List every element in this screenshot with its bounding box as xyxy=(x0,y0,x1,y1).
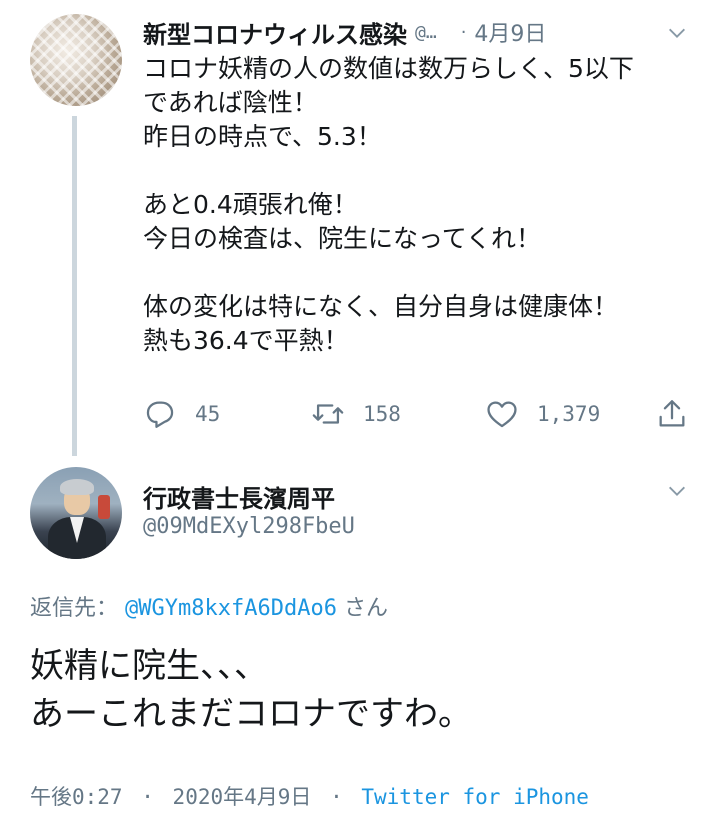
retweet-icon xyxy=(312,404,344,424)
user-handle[interactable]: @… xyxy=(415,22,437,43)
tweet-time[interactable]: 午後0:27 xyxy=(30,785,123,809)
mention-link[interactable]: @WGYm8kxfA6DdAo6 xyxy=(125,596,337,621)
separator-dot: · xyxy=(460,21,467,43)
avatar[interactable] xyxy=(30,467,122,559)
tweet-date[interactable]: 4月9日 xyxy=(474,16,546,48)
share-button[interactable] xyxy=(655,396,689,432)
tweet-metadata: 午後0:27 · 2020年4月9日 · Twitter for iPhone xyxy=(30,781,589,811)
tweet-source-link[interactable]: Twitter for iPhone xyxy=(361,785,589,809)
tweet-text-line: コロナ妖精の人の数値は数万らしく、5以下 xyxy=(143,54,634,83)
replying-to: 返信先： @WGYm8kxfA6DdAo6 さん xyxy=(30,590,388,622)
tweet-text-line: 体の変化は特になく、自分自身は健康体！ xyxy=(143,292,619,321)
separator-dot: · xyxy=(330,785,343,809)
share-icon xyxy=(659,400,685,427)
action-bar: 45 158 1,379 xyxy=(143,396,703,432)
like-count: 1,379 xyxy=(537,402,601,426)
tweet-text: コロナ妖精の人の数値は数万らしく、5以下 であれば陰性！ 昨日の時点で、5.3！… xyxy=(143,52,693,358)
tweet-text-line: であれば陰性！ xyxy=(143,88,318,117)
chevron-down-icon[interactable] xyxy=(666,480,688,502)
chevron-down-icon[interactable] xyxy=(666,22,688,44)
avatar-bg-figure xyxy=(98,495,110,519)
tweet-header: 新型コロナウィルス感染 @… · 4月9日 xyxy=(143,12,703,52)
separator-dot: · xyxy=(141,785,154,809)
thread-line xyxy=(72,116,77,456)
heart-icon xyxy=(487,401,517,428)
tweet-text-line: あーこれまだコロナですわ。 xyxy=(30,694,472,734)
tweet-text: 妖精に院生、、、 あーこれまだコロナですわ。 xyxy=(30,642,700,738)
avatar[interactable] xyxy=(30,14,122,106)
reply-count: 45 xyxy=(195,402,221,426)
reply-button[interactable]: 45 xyxy=(143,396,220,432)
display-name[interactable]: 行政書士長濱周平 xyxy=(143,479,335,514)
avatar-image xyxy=(30,14,122,106)
tweet-text-line: 昨日の時点で、5.3！ xyxy=(143,122,382,151)
tweet-text-line: あと0.4頑張れ俺！ xyxy=(143,190,358,219)
display-name[interactable]: 新型コロナウィルス感染 xyxy=(143,15,407,50)
retweet-count: 158 xyxy=(363,402,401,426)
tweet-text-line: 熱も36.4で平熱！ xyxy=(143,326,349,355)
user-handle[interactable]: @09MdEXyl298FbeU xyxy=(143,514,355,539)
reply-icon xyxy=(146,401,174,428)
tweet-date[interactable]: 2020年4月9日 xyxy=(173,785,312,809)
replying-to-suffix: さん xyxy=(343,596,388,621)
replying-to-label: 返信先： xyxy=(30,596,119,621)
tweet-text-line: 今日の検査は、院生になってくれ！ xyxy=(143,224,542,253)
avatar-hair xyxy=(60,479,94,495)
like-button[interactable]: 1,379 xyxy=(485,396,600,432)
retweet-button[interactable]: 158 xyxy=(311,396,401,432)
tweet-text-line: 妖精に院生、、、 xyxy=(30,646,268,686)
parent-tweet[interactable]: 新型コロナウィルス感染 @… · 4月9日 コロナ妖精の人の数値は数万らしく、5… xyxy=(0,0,720,456)
